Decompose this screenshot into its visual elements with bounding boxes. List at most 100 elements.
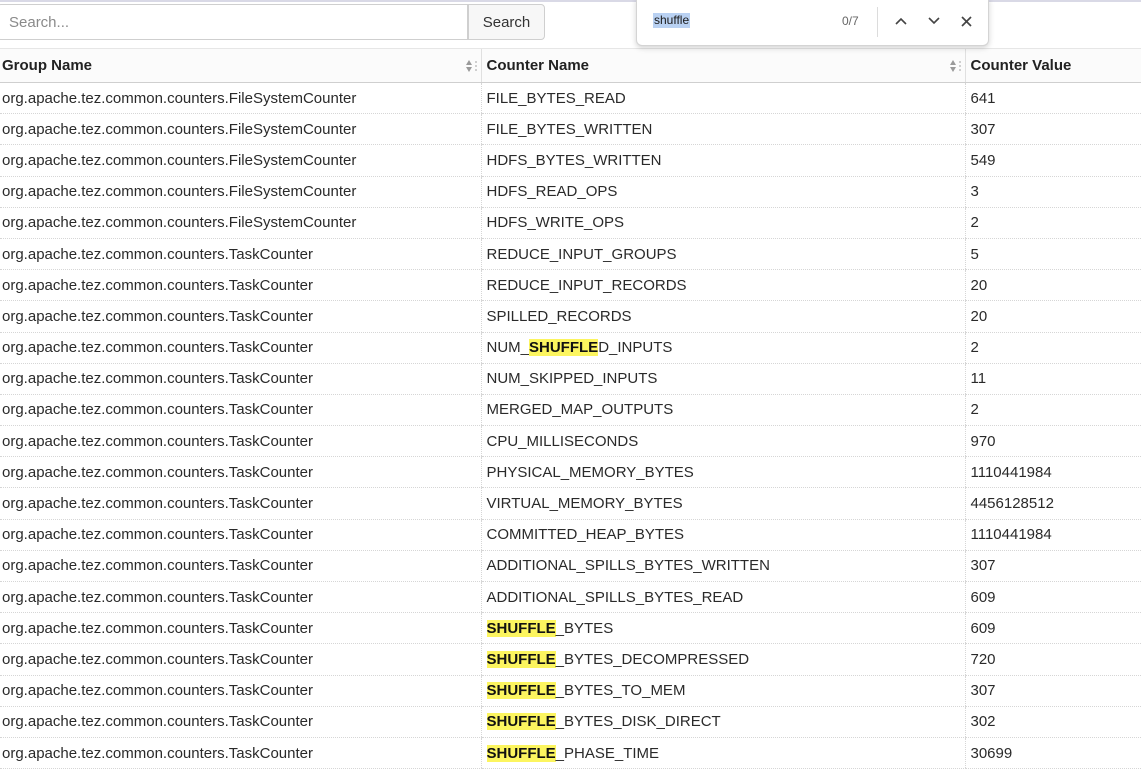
- cell-counter-value: 20: [964, 300, 1141, 333]
- find-previous-button[interactable]: [890, 10, 912, 32]
- search-input[interactable]: [0, 4, 468, 40]
- table-row[interactable]: org.apache.tez.common.counters.TaskCount…: [0, 487, 1141, 520]
- chevron-down-icon: [928, 17, 940, 25]
- counters-table-container[interactable]: Group Name Counter Name Counter Value or…: [0, 48, 1141, 769]
- column-header-counter-name[interactable]: Counter Name: [480, 48, 965, 83]
- cell-group-name: org.apache.tez.common.counters.FileSyste…: [0, 144, 481, 177]
- cell-group-name: org.apache.tez.common.counters.TaskCount…: [0, 550, 481, 583]
- column-header-label: Counter Value: [970, 57, 1072, 74]
- table-row[interactable]: org.apache.tez.common.counters.TaskCount…: [0, 581, 1141, 614]
- cell-counter-name: NUM_SHUFFLED_INPUTS: [480, 332, 965, 364]
- column-header-counter-value[interactable]: Counter Value: [964, 48, 1141, 83]
- table-row[interactable]: org.apache.tez.common.counters.TaskCount…: [0, 519, 1141, 551]
- cell-counter-value: 3: [964, 176, 1141, 208]
- counter-name-text: _PHASE_TIME: [555, 744, 660, 762]
- search-highlight: SHUFFLE: [529, 339, 599, 357]
- table-row[interactable]: org.apache.tez.common.counters.TaskCount…: [0, 612, 1141, 645]
- cell-counter-name: SHUFFLE_BYTES_DECOMPRESSED: [480, 643, 965, 676]
- cell-group-name: org.apache.tez.common.counters.FileSyste…: [0, 113, 481, 146]
- find-close-button[interactable]: [955, 10, 977, 32]
- table-row[interactable]: org.apache.tez.common.counters.TaskCount…: [0, 706, 1141, 738]
- cell-counter-value: 30699: [964, 737, 1141, 769]
- table-row[interactable]: org.apache.tez.common.counters.TaskCount…: [0, 550, 1141, 583]
- cell-counter-name: HDFS_BYTES_WRITTEN: [480, 144, 965, 177]
- counter-name-text: D_INPUTS: [598, 339, 673, 357]
- cell-counter-value: 2: [964, 207, 1141, 239]
- cell-counter-name: HDFS_READ_OPS: [480, 176, 965, 208]
- cell-group-name: org.apache.tez.common.counters.TaskCount…: [0, 706, 481, 738]
- cell-counter-name: REDUCE_INPUT_GROUPS: [480, 238, 965, 271]
- cell-counter-name: ADDITIONAL_SPILLS_BYTES_WRITTEN: [480, 550, 965, 583]
- counter-name-text: _BYTES_TO_MEM: [555, 682, 686, 700]
- search-highlight: SHUFFLE: [486, 650, 556, 668]
- cell-counter-value: 609: [964, 581, 1141, 614]
- cell-counter-name: SHUFFLE_BYTES_DISK_DIRECT: [480, 706, 965, 738]
- table-row[interactable]: org.apache.tez.common.counters.TaskCount…: [0, 394, 1141, 427]
- column-header-label: Group Name: [2, 57, 93, 74]
- cell-counter-name: SPILLED_RECORDS: [480, 300, 965, 333]
- cell-counter-name: CPU_MILLISECONDS: [480, 425, 965, 458]
- cell-counter-value: 641: [964, 82, 1141, 115]
- table-row[interactable]: org.apache.tez.common.counters.FileSyste…: [0, 144, 1141, 177]
- cell-group-name: org.apache.tez.common.counters.TaskCount…: [0, 269, 481, 302]
- table-row[interactable]: org.apache.tez.common.counters.TaskCount…: [0, 332, 1141, 364]
- cell-group-name: org.apache.tez.common.counters.TaskCount…: [0, 300, 481, 333]
- cell-group-name: org.apache.tez.common.counters.FileSyste…: [0, 82, 481, 115]
- search-button[interactable]: Search: [468, 4, 545, 40]
- search-highlight: SHUFFLE: [486, 619, 556, 637]
- cell-counter-value: 2: [964, 394, 1141, 427]
- cell-counter-name: NUM_SKIPPED_INPUTS: [480, 363, 965, 395]
- cell-counter-value: 11: [964, 363, 1141, 395]
- cell-group-name: org.apache.tez.common.counters.FileSyste…: [0, 207, 481, 239]
- find-next-button[interactable]: [923, 10, 945, 32]
- table-row[interactable]: org.apache.tez.common.counters.TaskCount…: [0, 675, 1141, 707]
- column-header-group-name[interactable]: Group Name: [0, 48, 481, 83]
- table-row[interactable]: org.apache.tez.common.counters.TaskCount…: [0, 238, 1141, 271]
- cell-counter-value: 5: [964, 238, 1141, 271]
- table-row[interactable]: org.apache.tez.common.counters.TaskCount…: [0, 425, 1141, 458]
- cell-counter-name: FILE_BYTES_WRITTEN: [480, 113, 965, 146]
- cell-counter-value: 307: [964, 113, 1141, 146]
- cell-counter-name: FILE_BYTES_READ: [480, 82, 965, 115]
- sort-icon[interactable]: [463, 58, 479, 74]
- table-row[interactable]: org.apache.tez.common.counters.TaskCount…: [0, 363, 1141, 395]
- cell-counter-name: COMMITTED_HEAP_BYTES: [480, 519, 965, 551]
- cell-counter-value: 2: [964, 332, 1141, 364]
- column-header-label: Counter Name: [486, 57, 590, 74]
- counters-table: Group Name Counter Name Counter Value or…: [0, 48, 1141, 769]
- table-row[interactable]: org.apache.tez.common.counters.FileSyste…: [0, 207, 1141, 239]
- cell-counter-value: 307: [964, 550, 1141, 583]
- cell-counter-value: 609: [964, 612, 1141, 645]
- search-highlight: SHUFFLE: [486, 682, 556, 700]
- counter-name-text: _BYTES: [555, 619, 614, 637]
- cell-counter-name: MERGED_MAP_OUTPUTS: [480, 394, 965, 427]
- cell-counter-name: PHYSICAL_MEMORY_BYTES: [480, 456, 965, 489]
- find-query-input[interactable]: shuffle: [653, 13, 691, 28]
- cell-group-name: org.apache.tez.common.counters.TaskCount…: [0, 581, 481, 614]
- cell-group-name: org.apache.tez.common.counters.TaskCount…: [0, 519, 481, 551]
- table-row[interactable]: org.apache.tez.common.counters.TaskCount…: [0, 300, 1141, 333]
- find-in-page-bar: shuffle 0/7: [636, 0, 989, 46]
- cell-group-name: org.apache.tez.common.counters.TaskCount…: [0, 238, 481, 271]
- table-row[interactable]: org.apache.tez.common.counters.FileSyste…: [0, 113, 1141, 146]
- cell-counter-name: VIRTUAL_MEMORY_BYTES: [480, 487, 965, 520]
- table-row[interactable]: org.apache.tez.common.counters.TaskCount…: [0, 269, 1141, 302]
- cell-group-name: org.apache.tez.common.counters.TaskCount…: [0, 425, 481, 458]
- cell-counter-value: 720: [964, 643, 1141, 676]
- table-row[interactable]: org.apache.tez.common.counters.FileSyste…: [0, 82, 1141, 115]
- cell-counter-name: SHUFFLE_BYTES: [480, 612, 965, 645]
- table-row[interactable]: org.apache.tez.common.counters.FileSyste…: [0, 176, 1141, 208]
- cell-counter-value: 1110441984: [964, 519, 1141, 551]
- cell-group-name: org.apache.tez.common.counters.TaskCount…: [0, 675, 481, 707]
- table-row[interactable]: org.apache.tez.common.counters.TaskCount…: [0, 643, 1141, 676]
- cell-group-name: org.apache.tez.common.counters.TaskCount…: [0, 487, 481, 520]
- sort-icon[interactable]: [947, 58, 963, 74]
- cell-counter-value: 307: [964, 675, 1141, 707]
- cell-counter-name: ADDITIONAL_SPILLS_BYTES_READ: [480, 581, 965, 614]
- find-divider: [877, 7, 878, 37]
- cell-counter-value: 549: [964, 144, 1141, 177]
- table-row[interactable]: org.apache.tez.common.counters.TaskCount…: [0, 456, 1141, 489]
- cell-group-name: org.apache.tez.common.counters.FileSyste…: [0, 176, 481, 208]
- table-row[interactable]: org.apache.tez.common.counters.TaskCount…: [0, 737, 1141, 769]
- find-match-count: 0/7: [842, 14, 859, 28]
